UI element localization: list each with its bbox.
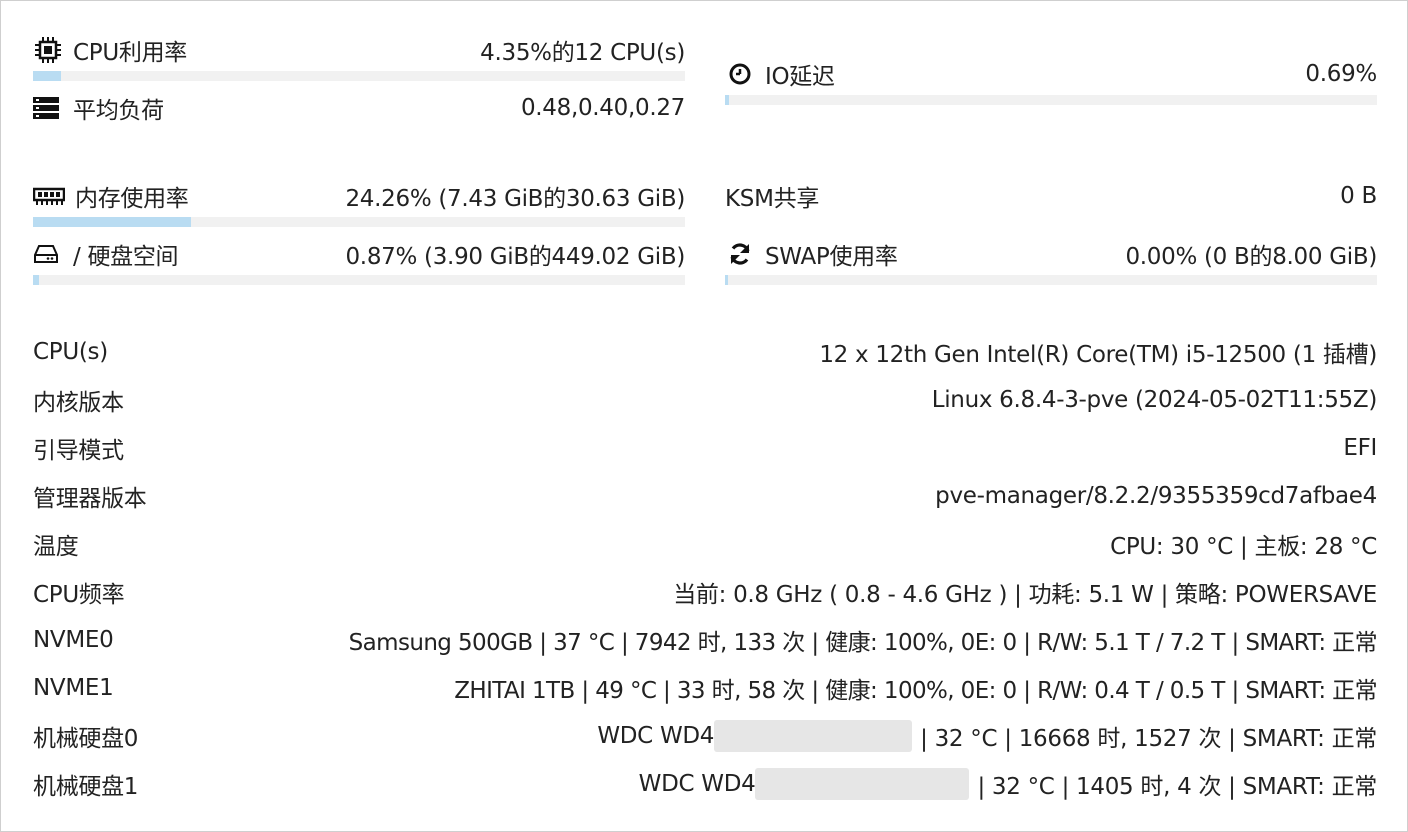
io-delay-stat: IO延迟 0.69% (725, 58, 1377, 94)
info-value: Samsung 500GB | 37 °C | 7942 时, 133 次 | … (348, 630, 1378, 656)
memory-usage-bar (33, 217, 685, 227)
memory-module-icon (33, 186, 65, 206)
cpu-usage-stat: CPU利用率 4.35%的12 CPU(s) (33, 34, 685, 70)
info-label: 内核版本 (33, 390, 124, 416)
memory-usage-label: 内存使用率 (75, 186, 189, 212)
info-row-manager-version: 管理器版本 pve-manager/8.2.2/9355359cd7afbae4 (33, 472, 1377, 520)
ksm-sharing-label: KSM共享 (725, 186, 820, 212)
info-row-hdd0: 机械硬盘0 WDC WD4 | 32 °C | 16668 时, 1527 次 … (33, 712, 1377, 760)
info-label: 机械硬盘1 (33, 774, 139, 800)
info-value: 当前: 0.8 GHz ( 0.8 - 4.6 GHz ) | 功耗: 5.1 … (673, 582, 1377, 608)
root-disk-label: / 硬盘空间 (73, 244, 179, 270)
cpu-chip-icon (33, 36, 63, 64)
memory-usage-stat: 内存使用率 24.26% (7.43 GiB的30.63 GiB) (33, 180, 685, 216)
io-delay-value: 0.69% (1305, 61, 1377, 87)
info-row-nvme0: NVME0 Samsung 500GB | 37 °C | 7942 时, 13… (33, 616, 1378, 664)
info-label: NVME0 (33, 627, 114, 653)
root-disk-stat: / 硬盘空间 0.87% (3.90 GiB的449.02 GiB) (33, 238, 685, 274)
swap-usage-bar (725, 275, 1377, 285)
info-label: 机械硬盘0 (33, 726, 139, 752)
ksm-sharing-stat: KSM共享 0 B (725, 180, 1377, 216)
node-summary-panel: CPU利用率 4.35%的12 CPU(s) 平均负荷 0.48,0.40,0.… (0, 0, 1408, 832)
info-value: WDC WD4 | 32 °C | 16668 时, 1527 次 | SMAR… (597, 719, 1377, 753)
swap-usage-stat: SWAP使用率 0.00% (0 B的8.00 GiB) (725, 238, 1377, 274)
hdd0-details: | 32 °C | 16668 时, 1527 次 | SMART: 正常 (920, 726, 1377, 752)
info-label: NVME1 (33, 675, 114, 701)
cpu-usage-bar (33, 71, 685, 81)
cpu-usage-value: 4.35%的12 CPU(s) (480, 40, 685, 66)
hard-drive-icon (33, 244, 59, 264)
info-row-boot-mode: 引导模式 EFI (33, 424, 1377, 472)
redacted-serial (714, 720, 913, 752)
info-row-cpu-frequency: CPU频率 当前: 0.8 GHz ( 0.8 - 4.6 GHz ) | 功耗… (33, 568, 1377, 616)
info-value: CPU: 30 °C | 主板: 28 °C (1110, 534, 1377, 560)
load-average-stat: 平均负荷 0.48,0.40,0.27 (33, 92, 685, 128)
cpu-usage-bar-fill (33, 71, 62, 81)
info-row-kernel: 内核版本 Linux 6.8.4-3-pve (2024-05-02T11:55… (33, 376, 1377, 424)
root-disk-bar (33, 275, 685, 285)
swap-usage-label: SWAP使用率 (765, 244, 898, 270)
cpu-usage-label: CPU利用率 (73, 40, 187, 66)
swap-usage-value: 0.00% (0 B的8.00 GiB) (1125, 244, 1377, 270)
info-value: WDC WD4 | 32 °C | 1405 时, 4 次 | SMART: 正… (639, 767, 1377, 801)
root-disk-value: 0.87% (3.90 GiB的449.02 GiB) (345, 244, 685, 270)
info-value: Linux 6.8.4-3-pve (2024-05-02T11:55Z) (931, 387, 1378, 413)
hdd1-model-prefix: WDC WD4 (638, 771, 756, 797)
io-delay-bar-fill (725, 95, 730, 105)
info-label: CPU频率 (33, 582, 125, 608)
info-value: pve-manager/8.2.2/9355359cd7afbae4 (935, 483, 1377, 509)
refresh-icon (725, 242, 755, 266)
info-row-cpus: CPU(s) 12 x 12th Gen Intel(R) Core(TM) i… (33, 328, 1377, 376)
info-label: 引导模式 (33, 438, 124, 464)
info-label: 温度 (33, 534, 79, 560)
root-disk-bar-fill (33, 275, 39, 285)
memory-usage-bar-fill (33, 217, 192, 227)
node-info-list: CPU(s) 12 x 12th Gen Intel(R) Core(TM) i… (33, 328, 1378, 808)
load-average-value: 0.48,0.40,0.27 (520, 95, 685, 121)
info-row-nvme1: NVME1 ZHITAI 1TB | 49 °C | 33 时, 58 次 | … (33, 664, 1378, 712)
clock-icon (725, 62, 755, 86)
info-label: CPU(s) (33, 339, 108, 365)
ksm-sharing-value: 0 B (1340, 183, 1377, 209)
info-value: EFI (1343, 435, 1377, 461)
hdd1-details: | 32 °C | 1405 时, 4 次 | SMART: 正常 (977, 774, 1377, 800)
io-delay-label: IO延迟 (765, 64, 835, 90)
io-delay-bar (725, 95, 1377, 105)
info-value: 12 x 12th Gen Intel(R) Core(TM) i5-12500… (819, 342, 1377, 368)
info-row-temperature: 温度 CPU: 30 °C | 主板: 28 °C (33, 520, 1377, 568)
info-value: ZHITAI 1TB | 49 °C | 33 时, 58 次 | 健康: 10… (454, 678, 1377, 704)
info-row-hdd1: 机械硬盘1 WDC WD4 | 32 °C | 1405 时, 4 次 | SM… (33, 760, 1377, 808)
redacted-serial (755, 768, 970, 800)
memory-usage-value: 24.26% (7.43 GiB的30.63 GiB) (345, 186, 685, 212)
load-average-label: 平均负荷 (73, 98, 164, 124)
hdd0-model-prefix: WDC WD4 (597, 723, 715, 749)
info-label: 管理器版本 (33, 486, 147, 512)
swap-usage-bar-fill (725, 275, 729, 285)
server-stack-icon (33, 97, 59, 119)
